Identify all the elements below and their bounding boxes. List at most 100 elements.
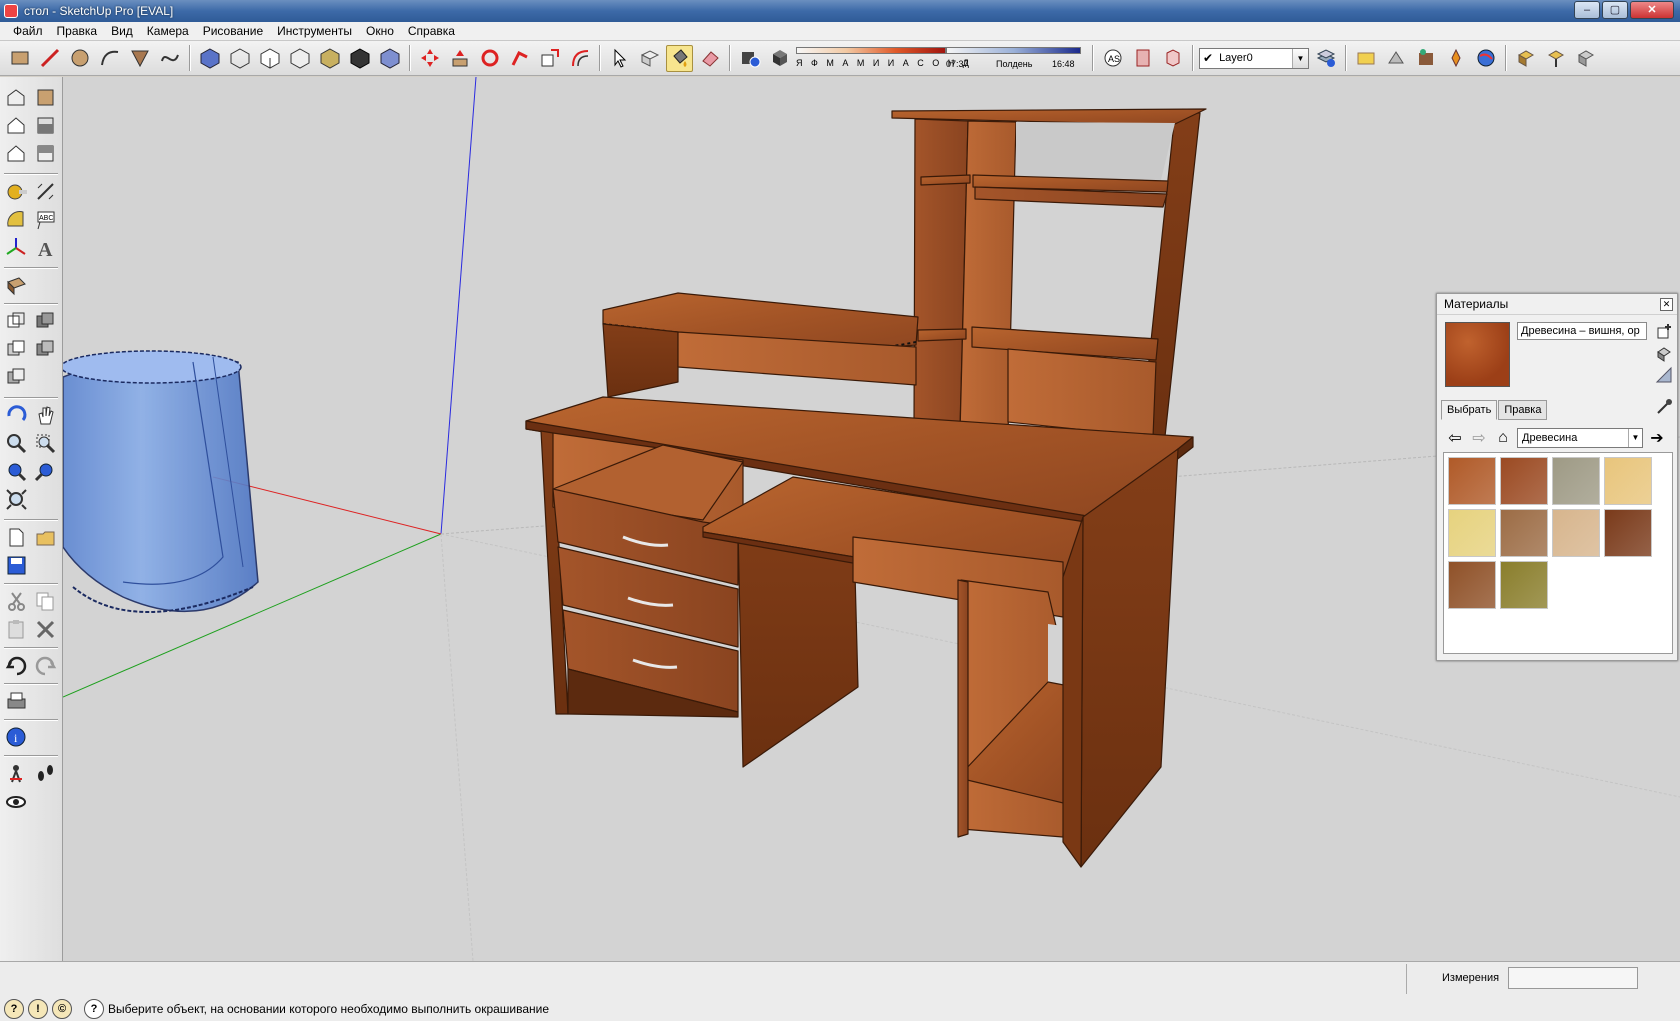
protractor-tool-icon[interactable]: [2, 205, 30, 233]
blue-cylinder-object[interactable]: [63, 350, 259, 613]
maximize-button[interactable]: ▢: [1602, 1, 1628, 19]
back-view-icon[interactable]: [2, 139, 30, 167]
new-file-icon[interactable]: [2, 523, 30, 551]
material-swatch-4[interactable]: [1604, 457, 1652, 505]
material-swatch-8[interactable]: [1604, 509, 1652, 557]
hidden-line-style-icon[interactable]: [256, 45, 283, 72]
make-component-icon[interactable]: [636, 45, 663, 72]
details-arrow-icon[interactable]: ➔: [1647, 428, 1667, 448]
monochrome-style-icon[interactable]: [346, 45, 373, 72]
get-models-icon[interactable]: [1352, 45, 1379, 72]
tab-select[interactable]: Выбрать: [1441, 400, 1498, 420]
zoom-extents-icon[interactable]: [2, 485, 30, 513]
entity-info-icon[interactable]: [766, 45, 793, 72]
material-swatch-3[interactable]: [1552, 457, 1600, 505]
tape-measure-tool-icon[interactable]: [2, 177, 30, 205]
paste-icon[interactable]: [2, 615, 30, 643]
help-question-icon[interactable]: ?: [84, 999, 104, 1019]
paint-bucket-tool-icon[interactable]: [666, 44, 693, 72]
menu-draw[interactable]: Рисование: [196, 24, 270, 38]
subtract-icon[interactable]: [2, 335, 30, 363]
menu-tools[interactable]: Инструменты: [270, 24, 359, 38]
default-material-icon[interactable]: [1655, 344, 1673, 362]
material-library-dropdown[interactable]: Древесина ▼: [1517, 428, 1643, 448]
material-name-field[interactable]: Древесина – вишня, ор: [1517, 322, 1647, 340]
material-swatch-10[interactable]: [1500, 561, 1548, 609]
forward-arrow-icon[interactable]: ⇨: [1469, 428, 1489, 448]
union-icon[interactable]: [31, 307, 59, 335]
rotate-tool-icon[interactable]: [476, 45, 503, 72]
close-button[interactable]: ✕: [1630, 1, 1674, 19]
look-around-icon[interactable]: [2, 787, 30, 815]
layer-manager-icon[interactable]: [1312, 45, 1339, 72]
select-tool-icon[interactable]: [606, 45, 633, 72]
material-swatch-7[interactable]: [1552, 509, 1600, 557]
arc-tool-icon[interactable]: [96, 45, 123, 72]
orbit-tool-icon[interactable]: [2, 401, 30, 429]
delete-icon[interactable]: [31, 615, 59, 643]
follow-me-tool-icon[interactable]: [506, 45, 533, 72]
menu-edit[interactable]: Правка: [50, 24, 105, 38]
extension-warehouse-icon[interactable]: [1572, 45, 1599, 72]
model-info-side-icon[interactable]: i: [2, 723, 30, 751]
minimize-button[interactable]: –: [1574, 1, 1600, 19]
iso-view-icon[interactable]: [2, 83, 30, 111]
open-file-icon[interactable]: [31, 523, 59, 551]
rectangle-tool-icon[interactable]: [6, 45, 33, 72]
trim-icon[interactable]: [31, 335, 59, 363]
time-slider[interactable]: [946, 47, 1081, 54]
material-swatch-2[interactable]: [1500, 457, 1548, 505]
signin-status-icon[interactable]: ©: [52, 999, 72, 1019]
print-icon[interactable]: [2, 687, 30, 715]
desk-model[interactable]: [525, 108, 1207, 868]
photo-textures-icon[interactable]: [1412, 45, 1439, 72]
top-view-icon[interactable]: [31, 83, 59, 111]
menu-view[interactable]: Вид: [104, 24, 140, 38]
google-earth-icon[interactable]: [1472, 45, 1499, 72]
material-swatch-6[interactable]: [1500, 509, 1548, 557]
circle-tool-icon[interactable]: [66, 45, 93, 72]
section-plane-icon[interactable]: AS: [1099, 45, 1126, 72]
cut-icon[interactable]: [2, 587, 30, 615]
menu-camera[interactable]: Камера: [140, 24, 196, 38]
eyedropper-icon[interactable]: [1655, 398, 1673, 416]
shaded-textures-style-icon[interactable]: [316, 45, 343, 72]
front-view-icon[interactable]: [2, 111, 30, 139]
axes-tool-icon[interactable]: [2, 233, 30, 261]
text-tool-icon[interactable]: ABC: [31, 205, 59, 233]
left-view-icon[interactable]: [31, 139, 59, 167]
shaded-style-icon[interactable]: [286, 45, 313, 72]
share-component-icon[interactable]: [1542, 45, 1569, 72]
previous-view-icon[interactable]: [2, 457, 30, 485]
walk-tool-icon[interactable]: [31, 759, 59, 787]
material-swatch-9[interactable]: [1448, 561, 1496, 609]
move-tool-icon[interactable]: [416, 45, 443, 72]
model-info-icon[interactable]: [736, 45, 763, 72]
share-model-icon[interactable]: [1382, 45, 1409, 72]
menu-window[interactable]: Окно: [359, 24, 401, 38]
xray-style-icon[interactable]: [196, 45, 223, 72]
add-location-icon[interactable]: [1442, 45, 1469, 72]
layer-dropdown[interactable]: ✔ Layer0 ▼: [1199, 47, 1309, 69]
pan-tool-icon[interactable]: [31, 401, 59, 429]
push-pull-tool-icon[interactable]: [446, 45, 473, 72]
save-icon[interactable]: [2, 551, 30, 579]
zoom-window-tool-icon[interactable]: [31, 429, 59, 457]
materials-close-icon[interactable]: ✕: [1660, 298, 1673, 311]
wireframe-style-icon[interactable]: [226, 45, 253, 72]
position-camera-icon[interactable]: [2, 759, 30, 787]
back-edges-style-icon[interactable]: [376, 45, 403, 72]
display-section-cuts-icon[interactable]: [1159, 45, 1186, 72]
back-arrow-icon[interactable]: ⇦: [1445, 428, 1465, 448]
pencil-line-tool-icon[interactable]: [36, 45, 63, 72]
get-components-icon[interactable]: [1512, 45, 1539, 72]
freehand-tool-icon[interactable]: [156, 45, 183, 72]
scale-tool-icon[interactable]: [536, 45, 563, 72]
credits-status-icon[interactable]: !: [28, 999, 48, 1019]
sample-paint-icon[interactable]: [1655, 366, 1673, 384]
copy-icon[interactable]: [31, 587, 59, 615]
material-swatch-5[interactable]: [1448, 509, 1496, 557]
material-preview-swatch[interactable]: [1445, 322, 1510, 387]
polygon-tool-icon[interactable]: [126, 45, 153, 72]
menu-file[interactable]: Файл: [6, 24, 50, 38]
